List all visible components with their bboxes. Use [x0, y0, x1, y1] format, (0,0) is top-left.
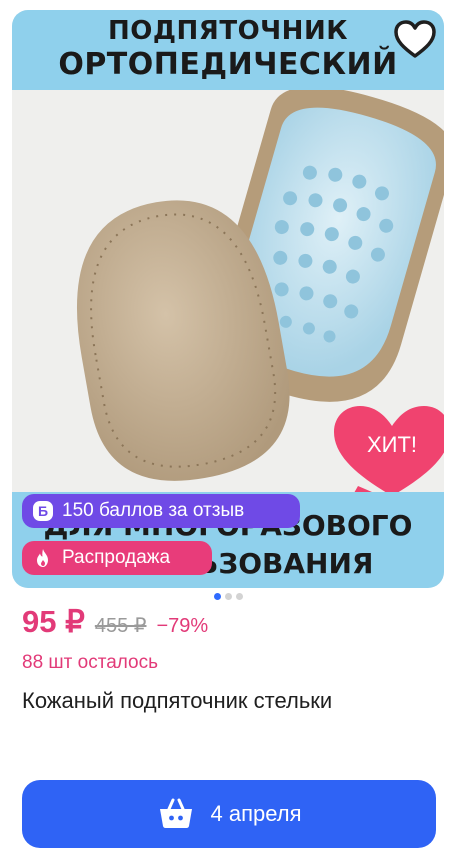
sale-text: Распродажа	[62, 547, 171, 568]
product-card[interactable]: ПОДПЯТОЧНИК ОРТОПЕДИЧЕСКИЙ ХИТ! ИСПОЛЬЗО…	[0, 0, 456, 868]
add-to-cart-button[interactable]: 4 апреля	[22, 780, 436, 848]
discount-percent: −79%	[156, 615, 209, 637]
flame-icon	[37, 549, 48, 567]
delivery-date-label: 4 апреля	[210, 801, 302, 826]
price-row: 95 ₽ 455 ₽ −79%	[22, 604, 208, 640]
image-banner-top: ПОДПЯТОЧНИК ОРТОПЕДИЧЕСКИЙ	[12, 10, 444, 90]
bonus-b-icon: Б	[33, 501, 53, 521]
product-title[interactable]: Кожаный подпяточник стельки	[22, 688, 332, 714]
hit-sticker: ХИТ!	[334, 406, 444, 500]
carousel-dot[interactable]	[213, 593, 221, 600]
carousel-dots	[0, 593, 456, 600]
carousel-dot[interactable]	[235, 593, 243, 600]
hit-label: ХИТ!	[367, 432, 417, 457]
sale-badge: Распродажа	[22, 541, 212, 575]
bonus-icon-letter: Б	[38, 503, 48, 519]
old-price: 455 ₽	[94, 615, 147, 637]
bonus-text: 150 баллов за отзыв	[62, 500, 245, 521]
banner-top-line2: ОРТОПЕДИЧЕСКИЙ	[58, 47, 398, 82]
basket-icon	[159, 798, 192, 828]
carousel-dot[interactable]	[224, 593, 232, 600]
stock-remaining: 88 шт осталось	[22, 652, 159, 673]
banner-top-line1: ПОДПЯТОЧНИК	[108, 16, 348, 46]
bonus-badge: Б 150 баллов за отзыв	[22, 494, 300, 528]
favorite-heart-icon[interactable]	[390, 16, 440, 62]
current-price: 95 ₽	[22, 604, 85, 639]
